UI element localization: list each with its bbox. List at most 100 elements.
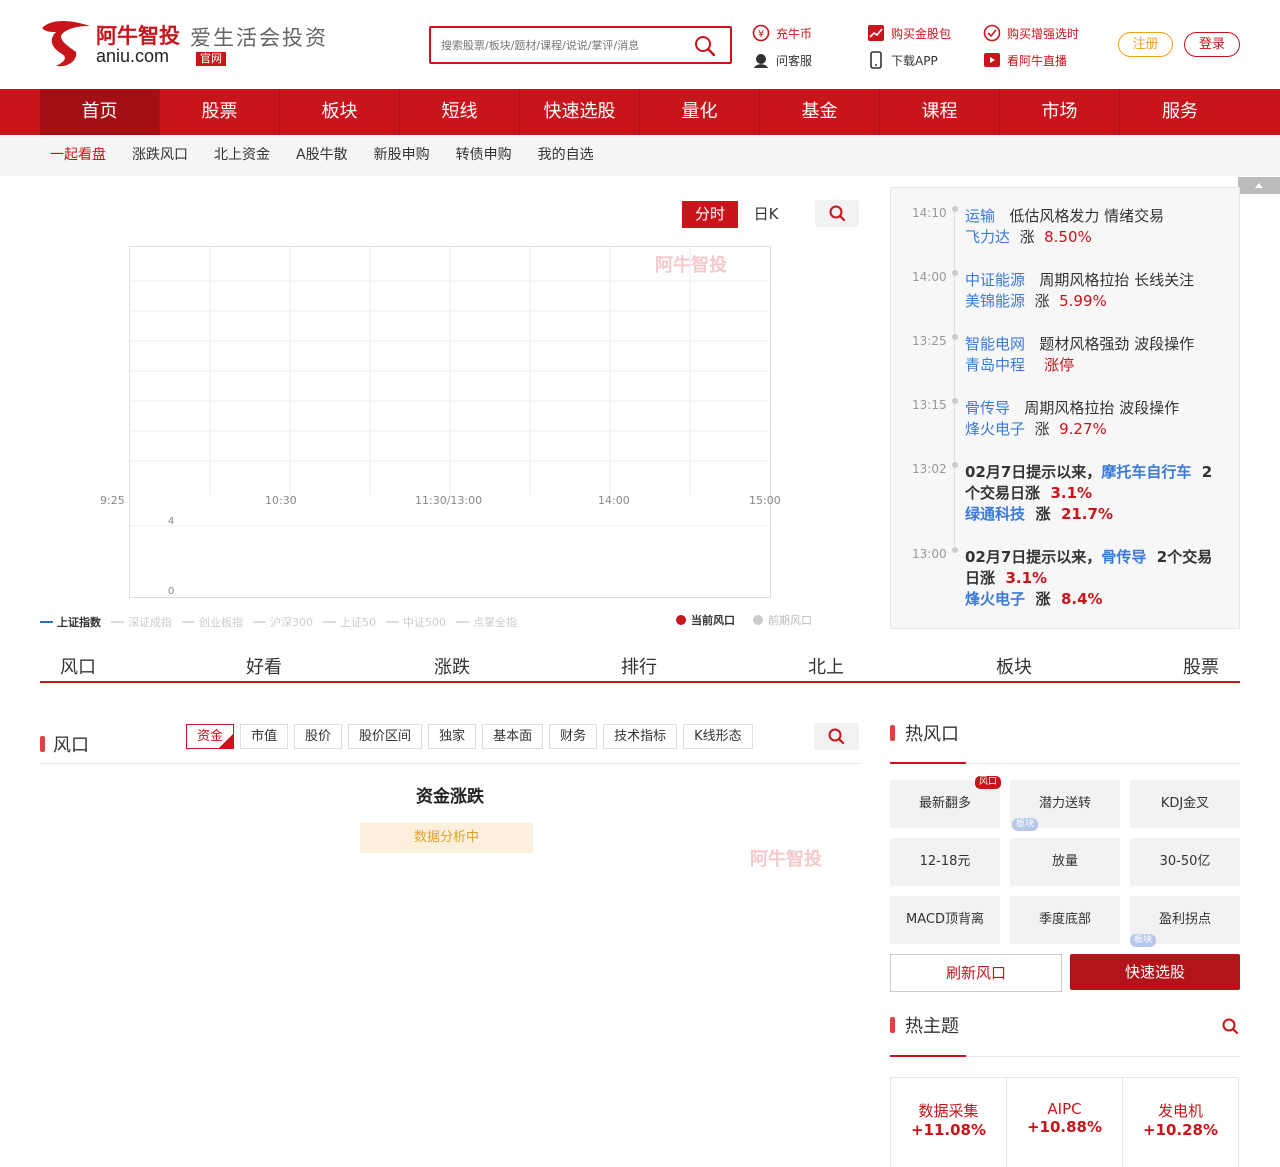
legend-sh-index[interactable]: 上证指数 — [40, 614, 101, 630]
hot-topic-item[interactable]: 发电机 +10.28% — [1123, 1078, 1238, 1167]
hot-fengkou-cell[interactable]: 潜力送转 板块 — [1010, 780, 1120, 831]
legend-sz50[interactable]: 上证50 — [323, 614, 376, 630]
search-input[interactable] — [441, 36, 681, 54]
hot-fengkou-cell[interactable]: MACD顶背离 — [890, 896, 1000, 944]
previous-fengkou-toggle[interactable]: 前期风口 — [753, 612, 812, 628]
buy-enhanced-timing-link[interactable]: 购买增强选时 — [983, 24, 1079, 42]
nav-item-funds[interactable]: 基金 — [760, 89, 880, 135]
intraday-chart[interactable]: 阿牛智投 4 0 — [129, 246, 771, 598]
nav-item-stocks[interactable]: 股票 — [160, 89, 280, 135]
section-tab-fengkou[interactable]: 风口 — [60, 653, 96, 679]
filter-financials[interactable]: 财务 — [549, 724, 598, 749]
search-icon[interactable] — [694, 35, 716, 57]
login-button[interactable]: 登录 — [1184, 32, 1240, 57]
buy-gold-package-link[interactable]: 购买金股包 — [867, 24, 951, 42]
feed-text: 运输 低估风格发力 情绪交易 飞力达 涨 8.50% — [965, 206, 1227, 248]
hot-fengkou-cell[interactable]: KDJ金叉 — [1130, 780, 1240, 828]
section-tab-sectors[interactable]: 板块 — [996, 653, 1032, 679]
feed-stock-link[interactable]: 烽火电子 — [965, 420, 1025, 438]
hot-fengkou-cell[interactable]: 盈利拐点 板块 — [1130, 896, 1240, 947]
customer-service-link[interactable]: 问客服 — [752, 51, 812, 69]
tab-daily-k[interactable]: 日K — [738, 201, 794, 228]
timeline-line — [954, 468, 955, 548]
legend-gem-index[interactable]: 创业板指 — [182, 614, 243, 630]
site-search — [429, 26, 732, 64]
subnav-convertible[interactable]: 转债申购 — [456, 135, 512, 176]
feed-stock-link[interactable]: 美锦能源 — [965, 292, 1025, 310]
feed-topic-link[interactable]: 中证能源 — [965, 271, 1025, 289]
coin-icon: ¥ — [752, 24, 770, 42]
refresh-fengkou-button[interactable]: 刷新风口 — [890, 954, 1062, 992]
feed-stock-link[interactable]: 青岛中程 — [965, 356, 1025, 374]
topic-change: +11.08% — [910, 1121, 987, 1139]
feed-stock-link[interactable]: 飞力达 — [965, 228, 1010, 246]
nav-item-quant[interactable]: 量化 — [640, 89, 760, 135]
nav-item-sectors[interactable]: 板块 — [280, 89, 400, 135]
feed-stock-link[interactable]: 烽火电子 — [965, 590, 1025, 608]
section-tab-rise-fall[interactable]: 涨跌 — [434, 653, 470, 679]
topic-name: AIPC — [1047, 1100, 1082, 1118]
filter-exclusive[interactable]: 独家 — [428, 724, 477, 749]
feed-topic-link[interactable]: 摩托车自行车 — [1101, 463, 1191, 481]
timeline-dot — [952, 462, 958, 468]
feed-topic-link[interactable]: 骨传导 — [1101, 548, 1146, 566]
section-tab-stocks[interactable]: 股票 — [1183, 653, 1219, 679]
hot-fengkou-cell[interactable]: 放量 — [1010, 838, 1120, 886]
feed-pct: 3.1% — [1050, 484, 1093, 502]
current-fengkou-toggle[interactable]: 当前风口 — [676, 612, 735, 628]
subnav-watchlist[interactable]: 我的自选 — [538, 135, 594, 176]
feed-stock-link[interactable]: 绿通科技 — [965, 505, 1025, 523]
subnav-rise-fall[interactable]: 涨跌风口 — [132, 135, 188, 176]
section-tab-ranking[interactable]: 排行 — [621, 653, 657, 679]
legend-all-index[interactable]: 点掌全指 — [456, 614, 517, 630]
hot-fengkou-cell[interactable]: 最新翻多 风口 — [890, 775, 1002, 828]
register-button[interactable]: 注册 — [1118, 32, 1173, 57]
filter-price[interactable]: 股价 — [294, 724, 343, 749]
filter-kline-pattern[interactable]: K线形态 — [683, 724, 753, 749]
nav-item-quick-select[interactable]: 快速选股 — [520, 89, 640, 135]
download-app-link[interactable]: 下载APP — [867, 51, 938, 69]
nav-item-home[interactable]: 首页 — [40, 89, 160, 135]
quick-select-button[interactable]: 快速选股 — [1070, 954, 1240, 990]
tab-intraday[interactable]: 分时 — [682, 201, 738, 228]
subnav-northbound[interactable]: 北上资金 — [214, 135, 270, 176]
hot-fengkou-cell[interactable]: 12-18元 — [890, 838, 1000, 886]
chart-search-button[interactable] — [815, 200, 859, 227]
legend-hs300[interactable]: 沪深300 — [253, 614, 313, 630]
search-icon[interactable] — [1220, 1016, 1240, 1036]
nav-item-courses[interactable]: 课程 — [880, 89, 1000, 135]
hot-fengkou-cell[interactable]: 30-50亿 — [1130, 838, 1240, 886]
scroll-top-button[interactable] — [1238, 177, 1280, 194]
filter-price-range[interactable]: 股价区间 — [348, 724, 423, 749]
watch-live-link[interactable]: 看阿牛直播 — [983, 51, 1067, 69]
filter-market-cap[interactable]: 市值 — [240, 724, 289, 749]
section-tab-haokan[interactable]: 好看 — [246, 653, 282, 679]
filter-technical[interactable]: 技术指标 — [603, 724, 678, 749]
hot-topic-item[interactable]: 数据采集 +11.08% — [891, 1078, 1007, 1167]
hot-topic-item[interactable]: AIPC +10.88% — [1007, 1078, 1123, 1167]
nav-item-short-term[interactable]: 短线 — [400, 89, 520, 135]
feed-topic-link[interactable]: 智能电网 — [965, 335, 1025, 353]
nav-item-market[interactable]: 市场 — [1000, 89, 1120, 135]
filter-funds[interactable]: 资金 — [186, 724, 235, 749]
feed-topic-link[interactable]: 运输 — [965, 207, 995, 225]
section-tab-northbound[interactable]: 北上 — [808, 653, 844, 679]
recharge-coin-link[interactable]: ¥ 充牛币 — [752, 24, 812, 42]
feed-text: 02月7日提示以来，摩托车自行车 2个交易日涨 3.1% 绿通科技 涨 21.7… — [965, 462, 1227, 525]
legend-label: 中证500 — [403, 616, 446, 629]
feed-word: 涨 — [1034, 292, 1050, 310]
subnav-ipo[interactable]: 新股申购 — [374, 135, 430, 176]
feed-topic-link[interactable]: 骨传导 — [965, 399, 1010, 417]
site-logo[interactable]: 阿牛智投 aniu.com 官网 爱生活会投资 — [38, 18, 328, 70]
fengkou-search-button[interactable] — [814, 723, 859, 750]
subnav-retail-investors[interactable]: A股牛散 — [296, 135, 348, 176]
nav-item-services[interactable]: 服务 — [1120, 89, 1240, 135]
divider-accent — [890, 1055, 966, 1057]
legend-csi500[interactable]: 中证500 — [386, 614, 446, 630]
legend-sz-index[interactable]: 深证成指 — [111, 614, 172, 630]
hot-fengkou-cell[interactable]: 季度底部 — [1010, 896, 1120, 944]
feed-prefix: 02月7日提示以来， — [965, 548, 1102, 566]
filter-fundamentals[interactable]: 基本面 — [482, 724, 544, 749]
subnav-watch-together[interactable]: 一起看盘 — [50, 135, 106, 176]
timeline-line — [954, 212, 955, 272]
